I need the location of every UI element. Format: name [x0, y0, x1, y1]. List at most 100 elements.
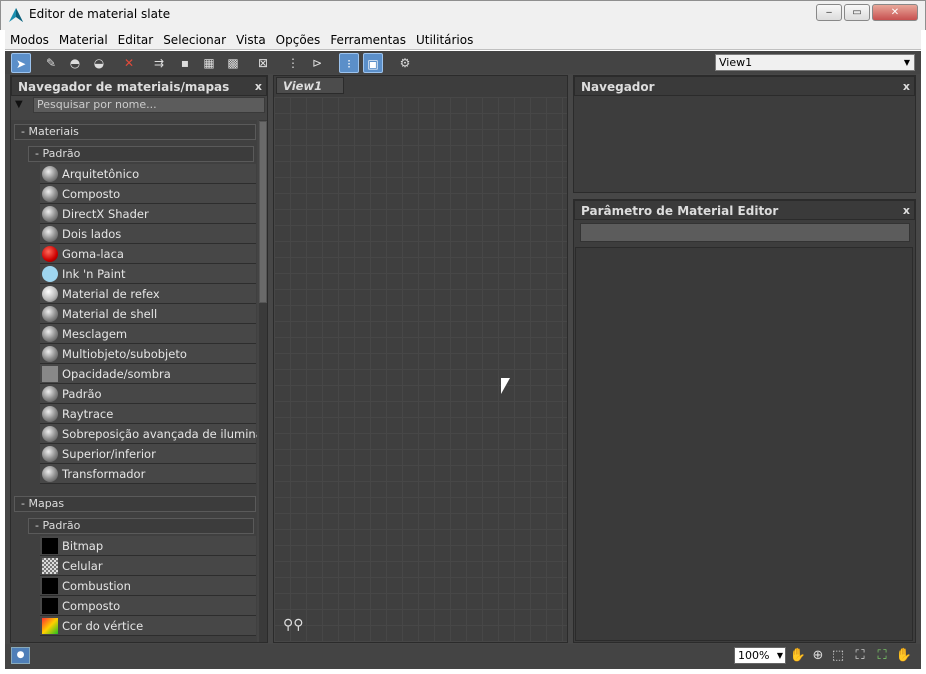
list-item[interactable]: Raytrace [40, 404, 256, 424]
list-item[interactable]: Goma-laca [40, 244, 256, 264]
swatch-icon [42, 186, 58, 202]
menu-modos[interactable]: Modos [5, 30, 54, 50]
list-item[interactable]: Ink 'n Paint [40, 264, 256, 284]
zoom-select[interactable]: 100% ▼ [734, 647, 786, 664]
swatch-icon [42, 306, 58, 322]
list-item-label: Material de refex [62, 287, 160, 301]
list-item[interactable]: Arquitetônico [40, 164, 256, 184]
chevron-down-icon: ▼ [776, 651, 783, 660]
list-item[interactable]: Combustion [40, 576, 256, 596]
zoom-extents-icon[interactable]: ⛶ [850, 647, 870, 665]
list-item-label: Material de shell [62, 307, 158, 321]
list-item[interactable]: Padrão [40, 384, 256, 404]
swatch-icon [42, 426, 58, 442]
swatch-icon [42, 166, 58, 182]
zoom-icon[interactable]: ⊕ [808, 647, 828, 665]
connect-icon[interactable]: ⊳ [307, 53, 327, 73]
swatch-icon [42, 326, 58, 342]
assign-material-icon[interactable]: ◓ [65, 53, 85, 73]
param-name-field[interactable] [580, 223, 910, 242]
params-title: Parâmetro de Material Editor [581, 204, 779, 218]
menu-vista[interactable]: Vista [231, 30, 271, 50]
delete-icon[interactable]: ✕ [119, 53, 139, 73]
param-editor-icon[interactable]: ▣ [363, 53, 383, 73]
navigator-title: Navegador [581, 80, 655, 94]
zoom-selected-icon[interactable]: ⛶ [872, 647, 892, 665]
list-item-label: Arquitetônico [62, 167, 140, 181]
move-children-icon[interactable]: ⇉ [149, 53, 169, 73]
list-item[interactable]: Composto [40, 596, 256, 616]
maximize-button[interactable]: ▭ [844, 4, 870, 21]
list-item[interactable]: Dois lados [40, 224, 256, 244]
list-item[interactable]: Celular [40, 556, 256, 576]
list-item[interactable]: Material de shell [40, 304, 256, 324]
list-item-label: Cor do vértice [62, 619, 144, 633]
browser-title: Navegador de materiais/mapas [18, 80, 230, 94]
close-button[interactable]: ✕ [872, 4, 918, 21]
params-close-icon[interactable]: x [903, 201, 910, 221]
swatch-icon [42, 618, 58, 634]
swatch-icon [42, 406, 58, 422]
scrollbar-thumb[interactable] [259, 121, 267, 303]
menu-material[interactable]: Material [54, 30, 113, 50]
list-item[interactable]: Superior/inferior [40, 444, 256, 464]
material-id-icon[interactable]: ⁝ [339, 53, 359, 73]
list-item[interactable]: Transformador [40, 464, 256, 484]
list-item[interactable]: Bitmap [40, 536, 256, 556]
list-item[interactable]: Mesclagem [40, 324, 256, 344]
view-select-value: View1 [719, 56, 753, 69]
show-map-icon[interactable]: ▦ [199, 53, 219, 73]
list-item[interactable]: Opacidade/sombra [40, 364, 256, 384]
filter-icon[interactable]: ▼ [15, 99, 23, 110]
swatch-icon [42, 446, 58, 462]
menu-ferramentas[interactable]: Ferramentas [325, 30, 411, 50]
list-item[interactable]: Composto [40, 184, 256, 204]
list-item-label: Padrão [62, 387, 102, 401]
select-tool-icon[interactable]: ➤ [11, 53, 31, 73]
list-item[interactable]: Cor do vértice [40, 616, 256, 636]
binoculars-icon[interactable]: ⚲⚲ [283, 617, 304, 633]
swatch-icon [42, 206, 58, 222]
list-item-label: Superior/inferior [62, 447, 156, 461]
navigator-close-icon[interactable]: x [903, 77, 910, 97]
minimize-button[interactable]: ‒ [816, 4, 842, 21]
pan-hand-icon[interactable]: ✋ [788, 647, 808, 665]
group-maps[interactable]: - Mapas [14, 496, 256, 512]
layout-children-icon[interactable]: ⋮ [283, 53, 303, 73]
select-by-material-icon[interactable]: ⚙ [395, 53, 415, 73]
eyedropper-icon[interactable]: ✎ [41, 53, 61, 73]
background-icon[interactable]: ▩ [223, 53, 243, 73]
swatch-icon [42, 266, 58, 282]
search-input[interactable]: Pesquisar por nome... [33, 97, 265, 113]
list-item-label: Raytrace [62, 407, 114, 421]
pan-to-icon[interactable]: ✋ [894, 647, 914, 665]
info-icon[interactable]: ● [11, 647, 30, 664]
list-item[interactable]: Multiobjeto/subobjeto [40, 344, 256, 364]
tab-view1[interactable]: View1 [276, 77, 344, 94]
list-item[interactable]: Sobreposição avançada de iluminação [40, 424, 257, 444]
app-icon [8, 7, 24, 23]
put-to-library-icon[interactable]: ◒ [89, 53, 109, 73]
list-item-label: Celular [62, 559, 103, 573]
browser-close-icon[interactable]: x [255, 77, 262, 97]
list-item[interactable]: Material de refex [40, 284, 256, 304]
layout-icon[interactable]: ⊠ [253, 53, 273, 73]
group-materials[interactable]: - Materiais [14, 124, 256, 140]
menu-editar[interactable]: Editar [113, 30, 159, 50]
view-select[interactable]: View1 ▼ [715, 54, 915, 71]
swatch-icon [42, 598, 58, 614]
menu-bar: Modos Material Editar Selecionar Vista Opções… [5, 30, 921, 50]
zoom-region-icon[interactable]: ⬚ [828, 647, 848, 665]
subgroup-materials-standard[interactable]: - Padrão [28, 146, 254, 162]
list-item[interactable]: DirectX Shader [40, 204, 256, 224]
list-item-label: Composto [62, 187, 121, 201]
view-canvas[interactable] [274, 97, 567, 642]
swatch-icon [42, 538, 58, 554]
menu-selecionar[interactable]: Selecionar [158, 30, 231, 50]
menu-utilitarios[interactable]: Utilitários [411, 30, 478, 50]
menu-opcoes[interactable]: Opções [271, 30, 326, 50]
hide-unused-icon[interactable]: ▪ [175, 53, 195, 73]
subgroup-maps-standard[interactable]: - Padrão [28, 518, 254, 534]
list-item-label: Composto [62, 599, 121, 613]
list-item-label: Mesclagem [62, 327, 128, 341]
